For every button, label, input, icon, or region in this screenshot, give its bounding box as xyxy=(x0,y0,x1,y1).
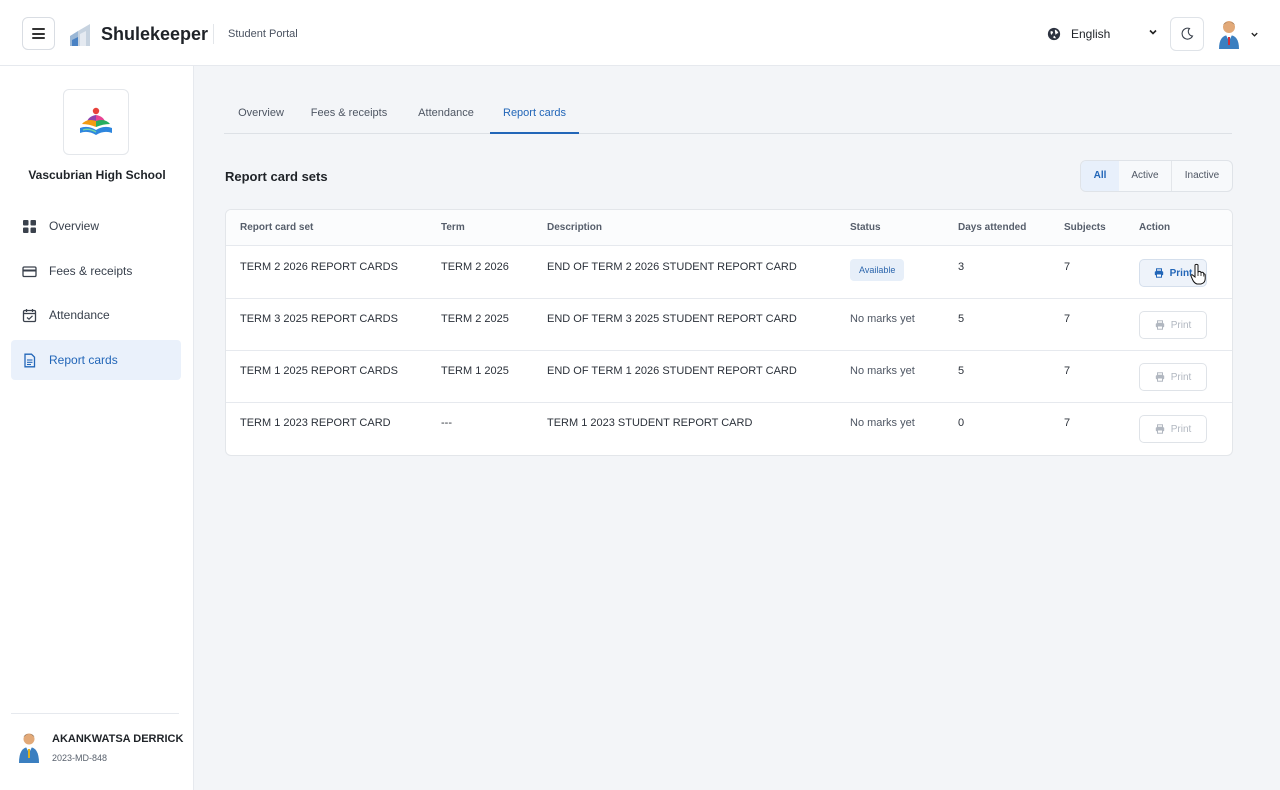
filter-all-button[interactable]: All xyxy=(1081,161,1119,191)
table-header: Report card set Term Description Status … xyxy=(226,210,1232,246)
cell-set: TERM 3 2025 REPORT CARDS xyxy=(240,313,398,325)
section-title: Report card sets xyxy=(225,169,328,184)
print-label: Print xyxy=(1169,267,1193,279)
top-bar: Shulekeeper Student Portal English xyxy=(0,0,1280,66)
column-header: Subjects xyxy=(1064,222,1106,233)
chevron-down-icon xyxy=(1149,29,1157,35)
table-row: TERM 2 2026 REPORT CARDS TERM 2 2026 END… xyxy=(226,247,1232,299)
print-button[interactable]: Print xyxy=(1139,311,1207,339)
brand-name: Shulekeeper xyxy=(101,24,209,44)
column-header: Report card set xyxy=(240,222,314,233)
column-header: Action xyxy=(1139,222,1171,233)
cell-description: END OF TERM 1 2026 STUDENT REPORT CARD xyxy=(547,365,797,377)
filter-inactive-button[interactable]: Inactive xyxy=(1171,161,1232,191)
sidebar-divider xyxy=(11,713,179,714)
tab-overview[interactable]: Overview xyxy=(224,94,298,134)
topbar-divider xyxy=(213,24,214,44)
hand-cursor-icon xyxy=(1190,263,1206,285)
printer-icon xyxy=(1154,268,1163,278)
sidebar-item-label: Attendance xyxy=(49,308,110,322)
status-filter: All Active Inactive xyxy=(1080,160,1233,192)
cell-subjects: 7 xyxy=(1064,261,1071,273)
cell-description: END OF TERM 3 2025 STUDENT REPORT CARD xyxy=(547,313,797,325)
portal-label: Student Portal xyxy=(228,28,298,40)
tab-bar: Overview Fees & receipts Attendance Repo… xyxy=(224,94,1232,134)
menu-button[interactable] xyxy=(22,17,55,50)
cell-days: 0 xyxy=(958,417,965,429)
sidebar-item-overview[interactable]: Overview xyxy=(11,206,181,246)
cell-subjects: 7 xyxy=(1064,417,1071,429)
user-id: 2023-MD-848 xyxy=(52,753,108,763)
column-header: Description xyxy=(547,222,603,233)
column-header: Days attended xyxy=(958,222,1027,233)
shulekeeper-logo-icon xyxy=(70,24,90,46)
tab-fees-receipts[interactable]: Fees & receipts xyxy=(306,94,392,134)
printer-icon xyxy=(1155,372,1164,382)
sidebar-item-label: Fees & receipts xyxy=(49,264,133,278)
school-name: Vascubrian High School xyxy=(28,168,166,182)
cell-status: No marks yet xyxy=(850,313,915,325)
card-icon xyxy=(22,265,37,277)
sidebar-item-report-cards[interactable]: Report cards xyxy=(11,340,181,380)
moon-icon xyxy=(1181,27,1194,40)
cell-term: --- xyxy=(441,417,452,429)
cell-set: TERM 1 2025 REPORT CARDS xyxy=(240,365,398,377)
cell-description: TERM 1 2023 STUDENT REPORT CARD xyxy=(547,417,753,429)
column-header: Term xyxy=(441,222,465,233)
cell-term: TERM 1 2025 xyxy=(441,365,509,377)
tab-report-cards[interactable]: Report cards xyxy=(490,94,579,134)
language-selector[interactable]: English xyxy=(1047,24,1157,44)
sidebar-item-attendance[interactable]: Attendance xyxy=(11,295,181,335)
table-row: TERM 1 2023 REPORT CARD --- TERM 1 2023 … xyxy=(226,403,1232,455)
cell-description: END OF TERM 2 2026 STUDENT REPORT CARD xyxy=(547,261,797,273)
hamburger-icon xyxy=(32,28,45,39)
print-label: Print xyxy=(1170,423,1192,435)
document-icon xyxy=(24,353,36,367)
user-avatar-icon[interactable] xyxy=(1216,19,1242,49)
user-avatar-icon xyxy=(19,733,39,763)
school-logo xyxy=(63,89,129,155)
language-label: English xyxy=(1071,27,1111,41)
theme-toggle-button[interactable] xyxy=(1170,17,1204,51)
table-row: TERM 3 2025 REPORT CARDS TERM 2 2025 END… xyxy=(226,299,1232,351)
printer-icon xyxy=(1155,424,1164,434)
print-button[interactable]: Print xyxy=(1139,363,1207,391)
cell-subjects: 7 xyxy=(1064,313,1071,325)
printer-icon xyxy=(1155,320,1164,330)
cell-term: TERM 2 2025 xyxy=(441,313,509,325)
cell-status: No marks yet xyxy=(850,365,915,377)
report-cards-table: Report card set Term Description Status … xyxy=(225,209,1233,456)
sidebar-item-label: Overview xyxy=(49,219,100,233)
print-label: Print xyxy=(1170,371,1192,383)
cell-days: 5 xyxy=(958,313,965,325)
cell-term: TERM 2 2026 xyxy=(441,261,509,273)
chevron-down-icon[interactable] xyxy=(1250,30,1259,39)
sidebar: Vascubrian High School Overview Fees & r… xyxy=(0,66,194,790)
filter-active-button[interactable]: Active xyxy=(1119,161,1171,191)
cell-status: No marks yet xyxy=(850,417,915,429)
calendar-icon xyxy=(22,308,37,322)
globe-icon xyxy=(1047,27,1061,41)
cell-days: 3 xyxy=(958,261,965,273)
print-label: Print xyxy=(1170,319,1192,331)
cell-set: TERM 2 2026 REPORT CARDS xyxy=(240,261,398,273)
status-badge: Available xyxy=(850,259,905,281)
tab-attendance[interactable]: Attendance xyxy=(406,94,486,134)
user-name: AKANKWATSA DERRICK xyxy=(52,733,184,745)
sidebar-item-fees[interactable]: Fees & receipts xyxy=(11,251,181,291)
cell-subjects: 7 xyxy=(1064,365,1071,377)
column-header: Status xyxy=(850,222,881,233)
cell-set: TERM 1 2023 REPORT CARD xyxy=(240,417,391,429)
sidebar-item-label: Report cards xyxy=(49,353,118,367)
grid-icon xyxy=(23,219,36,233)
print-button[interactable]: Print xyxy=(1139,415,1207,443)
school-emblem-icon xyxy=(80,107,112,135)
table-row: TERM 1 2025 REPORT CARDS TERM 1 2025 END… xyxy=(226,351,1232,403)
cell-days: 5 xyxy=(958,365,965,377)
